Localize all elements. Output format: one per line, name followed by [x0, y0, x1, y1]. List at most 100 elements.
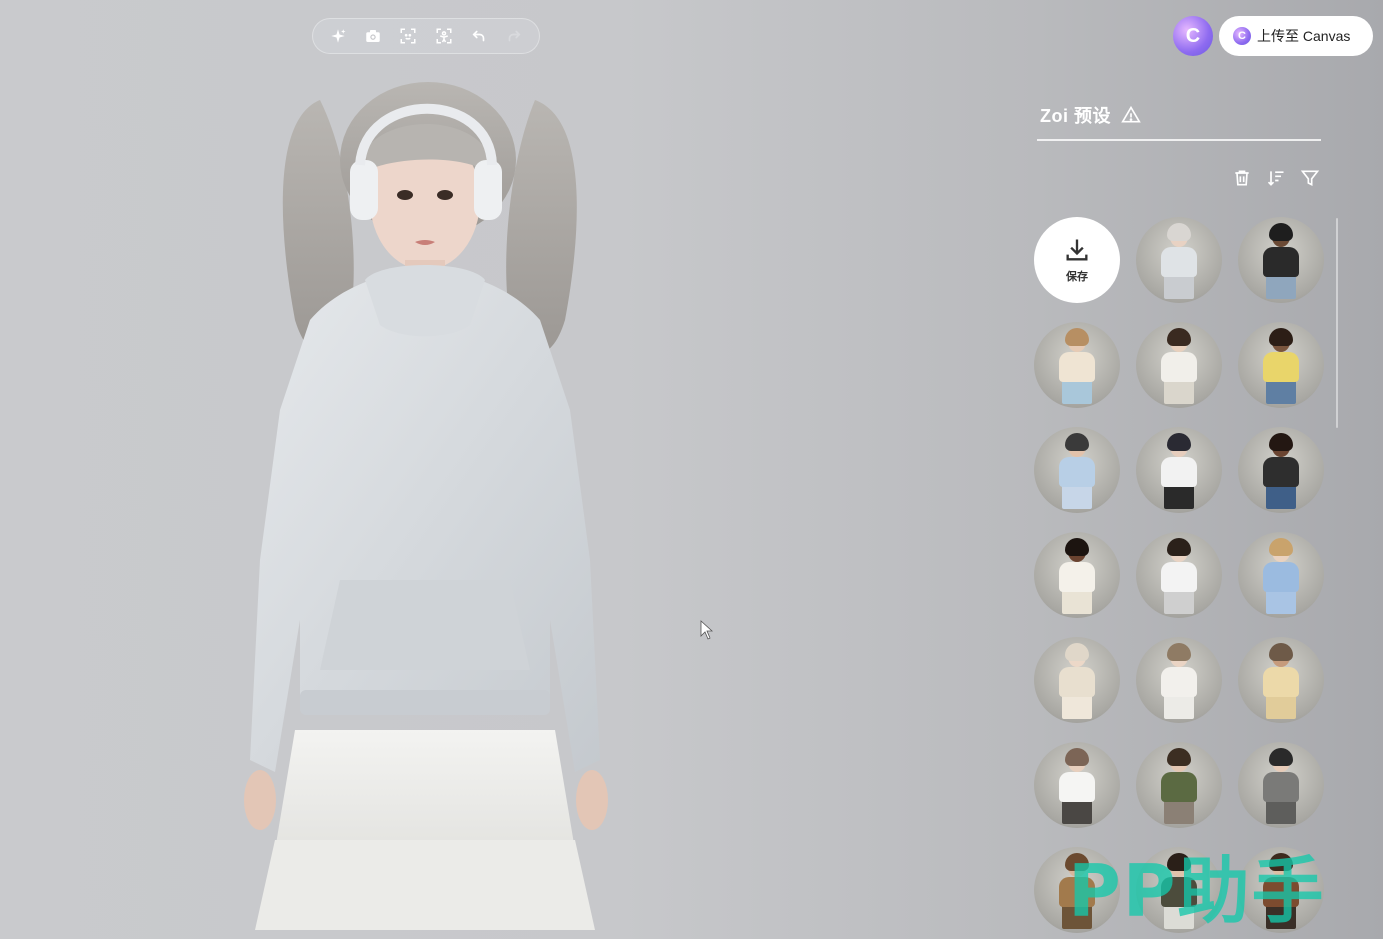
filter-icon [1300, 170, 1320, 187]
preset-figure-part [1065, 328, 1089, 346]
preset-figure-part [1167, 748, 1191, 766]
redo-button[interactable] [502, 24, 526, 48]
preset-figure-part [1059, 352, 1095, 382]
avatar-model[interactable] [200, 60, 670, 939]
preset-figure-part [1161, 667, 1197, 697]
delete-icon [1235, 170, 1249, 186]
preset-figure-part [1266, 380, 1296, 404]
preset-figure-part [1164, 800, 1194, 824]
preset-figure-part [1059, 457, 1095, 487]
preset-figure-part [1062, 485, 1092, 509]
preset-figure-part [1161, 562, 1197, 592]
preset-thumbnail[interactable] [1136, 637, 1222, 723]
preset-thumbnail[interactable] [1238, 637, 1324, 723]
preset-figure-part [1266, 275, 1296, 299]
preset-thumbnail[interactable] [1238, 217, 1324, 303]
preset-figure-part [1167, 223, 1191, 241]
preset-thumbnail[interactable] [1238, 322, 1324, 408]
sort-icon [1267, 171, 1284, 186]
preset-figure-part [1269, 748, 1293, 766]
auto-generate-button[interactable] [326, 24, 350, 48]
preset-scrollbar[interactable] [1336, 218, 1338, 428]
preset-figure-part [1266, 485, 1296, 509]
preset-figure-part [1161, 247, 1197, 277]
redo-icon [508, 30, 521, 42]
preset-thumbnail[interactable] [1034, 427, 1120, 513]
preset-figure-part [1164, 380, 1194, 404]
preset-figure-part [1269, 328, 1293, 346]
preset-thumbnail[interactable] [1136, 217, 1222, 303]
sort-button[interactable] [1264, 166, 1288, 190]
face-focus-button[interactable] [396, 24, 420, 48]
app-logo-glyph: C [1185, 24, 1201, 47]
preset-thumbnail[interactable] [1136, 427, 1222, 513]
warning-icon[interactable] [1121, 105, 1141, 125]
save-preset-button[interactable]: 保存 [1034, 217, 1120, 303]
preset-figure-part [1062, 590, 1092, 614]
preset-thumbnail[interactable] [1136, 742, 1222, 828]
face-focus-icon [400, 28, 416, 44]
preset-thumbnail[interactable] [1034, 637, 1120, 723]
canvas-icon: C [1233, 27, 1251, 45]
preset-thumbnail[interactable] [1136, 322, 1222, 408]
preset-figure-part [1269, 433, 1293, 451]
viewport-toolbar [312, 18, 540, 54]
screenshot-button[interactable] [361, 24, 385, 48]
preset-figure-part [1164, 275, 1194, 299]
preset-figure-part [1164, 590, 1194, 614]
upload-to-canvas-label: 上传至 Canvas [1257, 28, 1351, 44]
preset-figure-part [1167, 328, 1191, 346]
body-focus-button[interactable] [432, 24, 456, 48]
preset-figure-part [1065, 643, 1089, 661]
preset-figure-part [1164, 695, 1194, 719]
preset-figure-part [1065, 748, 1089, 766]
preset-figure-part [1269, 643, 1293, 661]
preset-figure-part [1263, 772, 1299, 802]
preset-figure-part [1059, 772, 1095, 802]
camera-icon [366, 30, 380, 42]
preset-figure-part [1062, 380, 1092, 404]
preset-figure-part [1167, 538, 1191, 556]
preset-figure-part [1161, 352, 1197, 382]
preset-thumbnail[interactable] [1238, 427, 1324, 513]
preset-thumbnail[interactable] [1034, 532, 1120, 618]
preset-figure-part [1167, 433, 1191, 451]
preset-thumbnail[interactable] [1238, 742, 1324, 828]
preset-tools [1230, 166, 1322, 190]
preset-figure-part [1269, 538, 1293, 556]
upload-to-canvas-button[interactable]: C 上传至 Canvas [1219, 16, 1373, 56]
preset-figure-part [1263, 457, 1299, 487]
preset-figure-part [1263, 562, 1299, 592]
undo-button[interactable] [467, 24, 491, 48]
preset-thumbnail[interactable] [1136, 532, 1222, 618]
download-icon [1066, 239, 1088, 261]
preset-figure-part [1059, 667, 1095, 697]
panel-title-text: Zoi 预设 [1040, 106, 1111, 126]
preset-grid: 保存 [1034, 217, 1330, 933]
preset-figure-part [1269, 223, 1293, 241]
app-logo[interactable]: C [1173, 16, 1213, 56]
preset-figure-part [1065, 433, 1089, 451]
delete-button[interactable] [1230, 166, 1254, 190]
preset-figure-part [1263, 667, 1299, 697]
preset-figure-part [1164, 485, 1194, 509]
filter-button[interactable] [1298, 166, 1322, 190]
preset-figure-part [1062, 800, 1092, 824]
mouse-cursor-icon [700, 620, 714, 640]
body-focus-icon [436, 28, 452, 44]
watermark: PP助手 [1068, 849, 1326, 933]
sparkle-icon [330, 29, 346, 43]
preset-figure-part [1266, 590, 1296, 614]
preset-figure-part [1059, 562, 1095, 592]
preset-figure-part [1161, 457, 1197, 487]
preset-figure-part [1266, 800, 1296, 824]
save-preset-label: 保存 [1066, 271, 1088, 283]
panel-title: Zoi 预设 [1040, 102, 1141, 128]
preset-thumbnail[interactable] [1034, 742, 1120, 828]
preset-figure-part [1062, 695, 1092, 719]
preset-thumbnail[interactable] [1034, 322, 1120, 408]
title-divider [1037, 139, 1321, 141]
preset-figure-part [1161, 772, 1197, 802]
preset-figure-part [1263, 352, 1299, 382]
preset-thumbnail[interactable] [1238, 532, 1324, 618]
